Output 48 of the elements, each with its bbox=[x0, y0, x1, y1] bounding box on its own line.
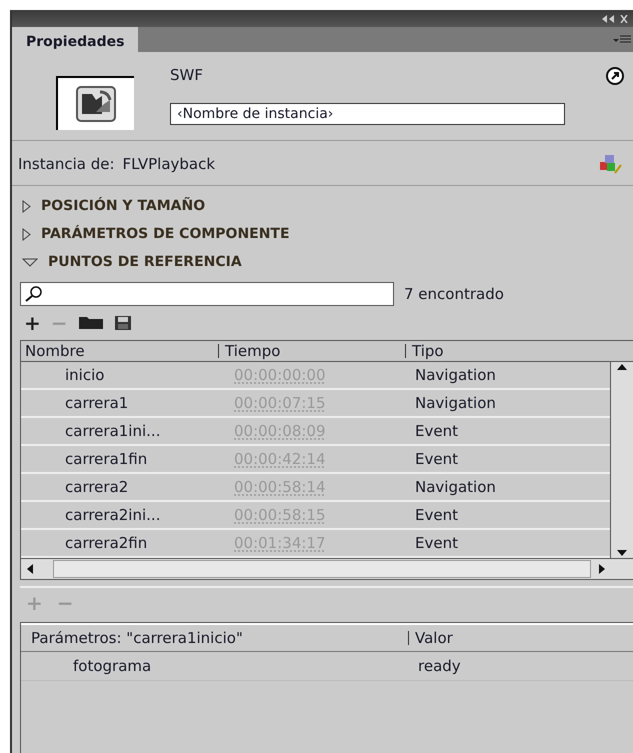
column-header[interactable]: Valor bbox=[408, 631, 633, 645]
table-cell-text: carrera1 bbox=[64, 394, 130, 412]
vertical-scrollbar[interactable] bbox=[610, 362, 633, 558]
table-cell-text: carrera1ini... bbox=[64, 422, 162, 440]
close-icon[interactable] bbox=[619, 14, 629, 22]
instance-of-value: FLVPlayback bbox=[122, 155, 216, 173]
column-header[interactable]: Tiempo bbox=[218, 344, 405, 358]
scroll-right-icon[interactable] bbox=[597, 563, 607, 575]
symbol-type-label: SWF bbox=[170, 66, 204, 86]
table-cell-text: carrera2ini... bbox=[64, 506, 162, 524]
search-field[interactable] bbox=[20, 282, 394, 306]
table-cell-text: inicio bbox=[64, 366, 106, 384]
instance-of-label: Instancia de: bbox=[18, 155, 115, 173]
collapse-icon[interactable] bbox=[601, 14, 615, 22]
component-icon bbox=[76, 86, 116, 122]
table-cell-text: carrera2 bbox=[64, 478, 130, 496]
table-cell-text: fotograma bbox=[72, 657, 152, 675]
search-icon bbox=[25, 286, 43, 302]
found-count: 7 encontrado bbox=[404, 285, 504, 303]
menu-icon[interactable] bbox=[613, 34, 631, 44]
collapsed-triangle-icon bbox=[22, 200, 31, 212]
scroll-left-icon[interactable] bbox=[25, 563, 35, 575]
table-cell-text: Event bbox=[414, 534, 459, 552]
column-header[interactable]: Nombre bbox=[21, 344, 218, 358]
column-header[interactable]: Parámetros: "carrera1inicio" bbox=[21, 629, 408, 647]
instance-name-field[interactable]: ‹Nombre de instancia› bbox=[170, 103, 565, 125]
table-cell-text: ready bbox=[418, 657, 462, 675]
add-button[interactable]: + bbox=[24, 314, 41, 332]
expanded-triangle-icon bbox=[22, 258, 38, 266]
table-cell-text: Event bbox=[414, 450, 459, 468]
table-cell-text: Event bbox=[414, 422, 459, 440]
table-cell-text: carrera1fin bbox=[64, 450, 148, 468]
section-header[interactable]: POSICIÓN Y TAMAÑO bbox=[12, 192, 633, 220]
properties-tab[interactable]: Propiedades bbox=[12, 27, 138, 52]
table-cell-text: carrera2fin bbox=[64, 534, 148, 552]
section-header[interactable]: PARÁMETROS DE COMPONENTE bbox=[12, 220, 633, 248]
column-header[interactable]: Tipo bbox=[405, 344, 633, 358]
collapsed-triangle-icon bbox=[22, 228, 31, 240]
folder-button[interactable] bbox=[78, 316, 104, 330]
save-button[interactable] bbox=[114, 315, 132, 331]
table-cell-text: Event bbox=[414, 506, 459, 524]
component-inspector-icon[interactable] bbox=[599, 153, 623, 175]
arrow-circle-icon[interactable] bbox=[605, 66, 625, 86]
table-cell-text: Navigation bbox=[414, 394, 497, 412]
section-header[interactable]: PUNTOS DE REFERENCIA bbox=[12, 248, 633, 276]
table-cell-text: Navigation bbox=[414, 478, 497, 496]
horizontal-scrollbar[interactable] bbox=[21, 558, 633, 580]
table-cell-text: Navigation bbox=[414, 366, 497, 384]
